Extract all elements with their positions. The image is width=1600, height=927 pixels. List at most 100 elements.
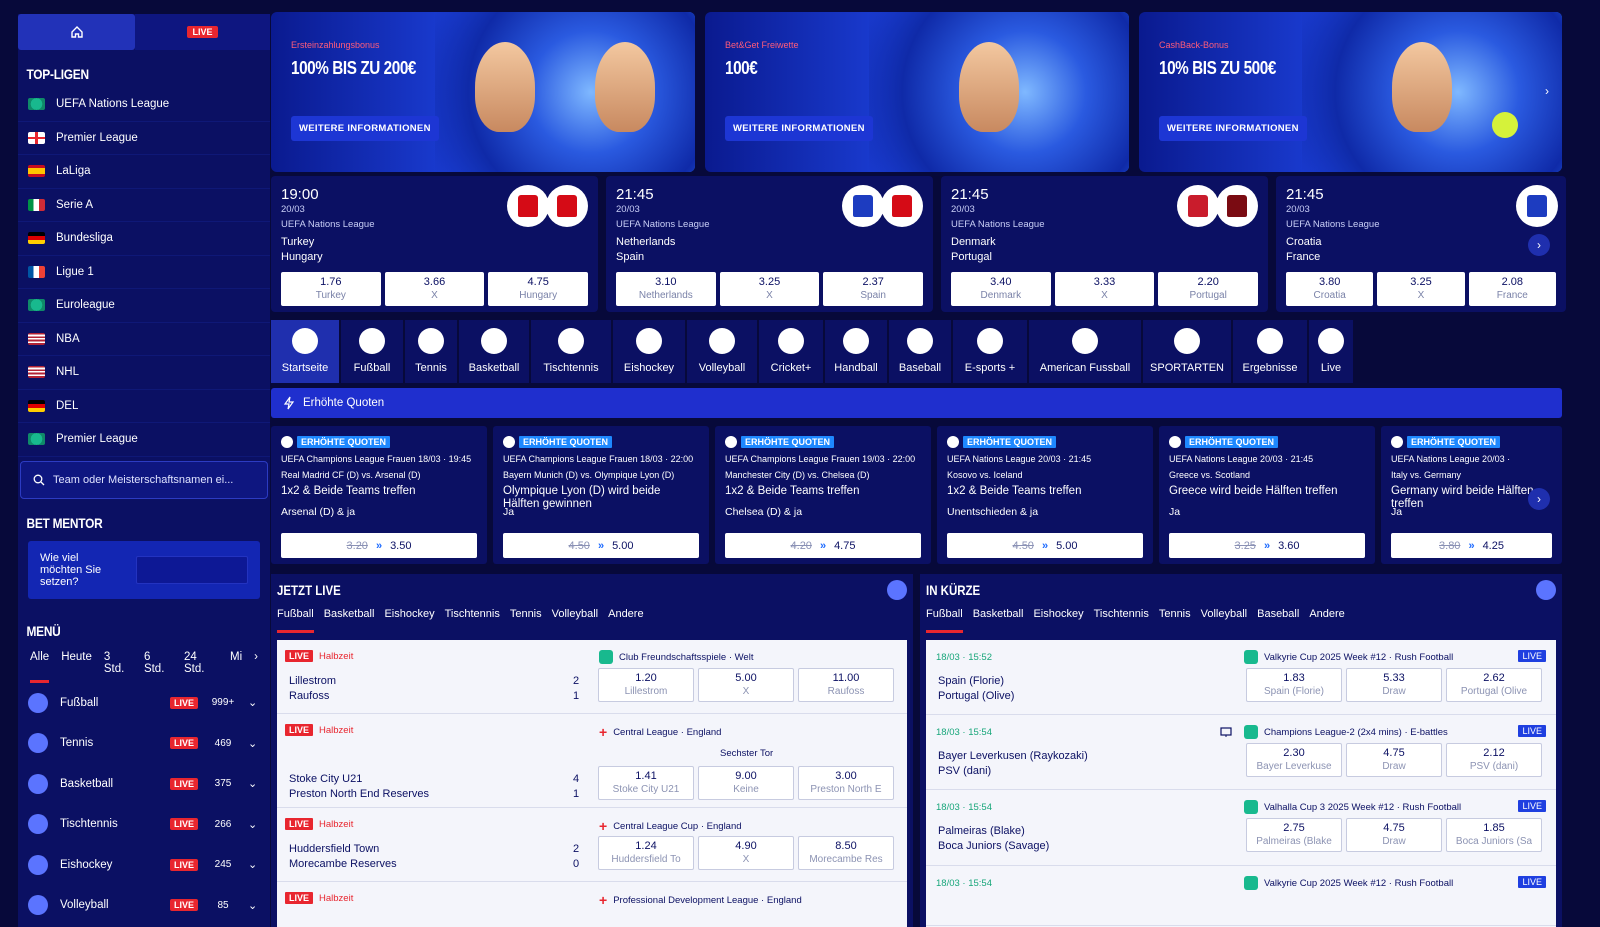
boosted-odds-card[interactable]: ERHÖHTE QUOTEN UEFA Champions League Fra… [715, 426, 931, 564]
sidebar-sport-item[interactable]: Eishockey LIVE 245 ⌄ [18, 845, 270, 886]
odds-button[interactable]: 8.50 Morecambe Res [798, 836, 894, 870]
sidebar-sport-item[interactable]: Tennis LIVE 469 ⌄ [18, 723, 270, 764]
odds-button[interactable]: 2.20 Portugal [1158, 272, 1259, 306]
sidebar-league-item[interactable]: Premier League [18, 423, 270, 457]
chevron-down-icon[interactable]: ⌄ [248, 777, 270, 790]
sport-tab[interactable]: Tennis [510, 608, 542, 633]
more-info-button[interactable]: WEITERE INFORMATIONEN [1159, 116, 1307, 141]
sport-nav-item[interactable]: American Fussball [1029, 320, 1141, 383]
odds-button[interactable]: 5.33 Draw [1346, 668, 1442, 702]
odds-button[interactable]: 2.75 Palmeiras (Blake [1246, 818, 1342, 852]
odds-button[interactable]: 2.62 Portugal (Olive [1446, 668, 1542, 702]
odds-button[interactable]: 1.85 Boca Juniors (Sa [1446, 818, 1542, 852]
sport-tab[interactable]: Fußball [926, 608, 963, 633]
menu-tab[interactable]: Alle [30, 651, 50, 683]
promo-banner[interactable]: Ersteinzahlungsbonus 100% BIS ZU 200€ WE… [271, 12, 695, 172]
sport-nav-item[interactable]: Startseite [271, 320, 339, 383]
live-event-row[interactable]: LIVE Halbzeit + Central League Cup · Engla… [277, 808, 907, 882]
boosted-odds-card[interactable]: ERHÖHTE QUOTEN UEFA Champions League Fra… [493, 426, 709, 564]
search-input[interactable]: Team oder Meisterschaftsnamen ei... [20, 460, 268, 499]
upcoming-event-row[interactable]: 18/03 · 15:54 Champions League-2 (2x4 mi… [926, 715, 1556, 790]
boosted-odds-button[interactable]: 3.25 » 3.60 [1169, 533, 1365, 558]
sport-nav-item[interactable]: Eishockey [613, 320, 685, 383]
odds-button[interactable]: 1.83 Spain (Florie) [1246, 668, 1342, 702]
promo-banner[interactable]: CashBack-Bonus 10% BIS ZU 500€ WEITERE I… [1139, 12, 1562, 172]
odds-button[interactable]: 9.00 Keine [698, 766, 794, 800]
menu-tab[interactable]: Mi [230, 651, 242, 683]
upcoming-event-row[interactable]: 18/03 · 15:54 Valkyrie Cup 2025 Week #12… [926, 866, 1556, 926]
odds-button[interactable]: 2.12 PSV (dani) [1446, 743, 1542, 777]
odds-button[interactable]: 4.75 Draw [1346, 743, 1442, 777]
upcoming-event-row[interactable]: 18/03 · 15:52 Valkyrie Cup 2025 Week #12… [926, 640, 1556, 715]
sidebar-sport-item[interactable]: Volleyball LIVE 85 ⌄ [18, 885, 270, 926]
live-event-row[interactable]: LIVE Halbzeit + Central League · England S… [277, 714, 907, 808]
odds-button[interactable]: 3.40 Denmark [951, 272, 1051, 306]
sport-tab[interactable]: Fußball [277, 608, 314, 633]
live-event-row[interactable]: LIVE Halbzeit + Professional Development L… [277, 882, 907, 927]
odds-button[interactable]: 1.24 Huddersfield To [598, 836, 694, 870]
chevron-down-icon[interactable]: ⌄ [248, 696, 270, 709]
chevron-right-icon[interactable]: › [1528, 234, 1550, 256]
sport-nav-item[interactable]: SPORTARTEN [1143, 320, 1231, 383]
more-info-button[interactable]: WEITERE INFORMATIONEN [725, 116, 873, 141]
boosted-odds-button[interactable]: 4.50 » 5.00 [503, 533, 699, 558]
sidebar-sport-item[interactable]: Tischtennis LIVE 266 ⌄ [18, 804, 270, 845]
sport-tab[interactable]: Eishockey [384, 608, 434, 633]
sport-tab[interactable]: Andere [1309, 608, 1344, 633]
odds-button[interactable]: 11.00 Raufoss [798, 668, 894, 702]
odds-button[interactable]: 4.75 Draw [1346, 818, 1442, 852]
boosted-odds-card[interactable]: ERHÖHTE QUOTEN UEFA Nations League 20/03… [937, 426, 1153, 564]
odds-button[interactable]: 3.66 X [384, 272, 485, 306]
odds-button[interactable]: 1.76 Turkey [281, 272, 381, 306]
odds-button[interactable]: 4.75 Hungary [488, 272, 589, 306]
sport-tab[interactable]: Baseball [1257, 608, 1299, 633]
bet-mentor-amount-input[interactable] [136, 555, 248, 584]
odds-button[interactable]: 3.80 Croatia [1286, 272, 1374, 306]
odds-button[interactable]: 2.37 Spain [823, 272, 924, 306]
menu-tab[interactable]: 3 Std. [104, 651, 132, 683]
sport-tab[interactable]: Volleyball [552, 608, 598, 633]
sport-tab[interactable]: Basketball [973, 608, 1024, 633]
menu-tab[interactable]: Heute [61, 651, 92, 683]
match-card[interactable]: 21:45 20/03 UEFA Nations League Denmark … [941, 176, 1268, 312]
upcoming-event-row[interactable]: 18/03 · 15:54 Valhalla Cup 3 2025 Week #… [926, 790, 1556, 866]
menu-tab[interactable]: 24 Std. [184, 651, 218, 683]
live-event-row[interactable]: LIVE Halbzeit Club Freundschaftsspiele · … [277, 640, 907, 714]
odds-button[interactable]: 4.90 X [698, 836, 794, 870]
odds-button[interactable]: 2.30 Bayer Leverkuse [1246, 743, 1342, 777]
sport-tab[interactable]: Eishockey [1033, 608, 1083, 633]
chevron-down-icon[interactable]: ⌄ [248, 737, 270, 750]
sidebar-league-item[interactable]: UEFA Nations League [18, 88, 270, 122]
sidebar-league-item[interactable]: Bundesliga [18, 222, 270, 256]
chevron-right-icon[interactable]: › [254, 651, 258, 683]
sport-nav-item[interactable]: Tischtennis [531, 320, 611, 383]
odds-button[interactable]: 2.08 France [1468, 272, 1556, 306]
chevron-down-icon[interactable]: ⌄ [248, 818, 270, 831]
sidebar-league-item[interactable]: Euroleague [18, 289, 270, 323]
sidebar-sport-item[interactable]: Fußball LIVE 999+ ⌄ [18, 683, 270, 724]
sport-tab[interactable]: Tischtennis [1094, 608, 1149, 633]
sport-tab[interactable]: Basketball [324, 608, 375, 633]
boosted-odds-button[interactable]: 3.80 » 4.25 [1391, 533, 1552, 558]
sidebar-league-item[interactable]: LaLiga [18, 155, 270, 189]
odds-button[interactable]: 1.20 Lillestrom [598, 668, 694, 702]
sidebar-league-item[interactable]: Premier League [18, 122, 270, 155]
promo-banner[interactable]: Bet&Get Freiwette 100€ WEITERE INFORMATI… [705, 12, 1129, 172]
match-card[interactable]: 19:00 20/03 UEFA Nations League Turkey H… [271, 176, 598, 312]
sport-nav-item[interactable]: Ergebnisse [1233, 320, 1307, 383]
live-button[interactable]: LIVE [135, 14, 270, 50]
sidebar-league-item[interactable]: NBA [18, 323, 270, 356]
more-info-button[interactable]: WEITERE INFORMATIONEN [291, 116, 439, 141]
match-card[interactable]: 21:45 20/03 UEFA Nations League Netherla… [606, 176, 933, 312]
sport-tab[interactable]: Tischtennis [445, 608, 500, 633]
sport-nav-item[interactable]: Live [1309, 320, 1353, 383]
boosted-odds-button[interactable]: 4.50 » 5.00 [947, 533, 1143, 558]
sport-nav-item[interactable]: Cricket+ [759, 320, 823, 383]
chevron-down-icon[interactable]: ⌄ [248, 858, 270, 871]
menu-tab[interactable]: 6 Std. [144, 651, 172, 683]
odds-button[interactable]: 3.00 Preston North E [798, 766, 894, 800]
sport-nav-item[interactable]: Volleyball [687, 320, 757, 383]
match-card[interactable]: 21:45 20/03 UEFA Nations League Croatia … [1276, 176, 1566, 312]
sport-tab[interactable]: Andere [608, 608, 643, 633]
boosted-odds-button[interactable]: 4.20 » 4.75 [725, 533, 921, 558]
